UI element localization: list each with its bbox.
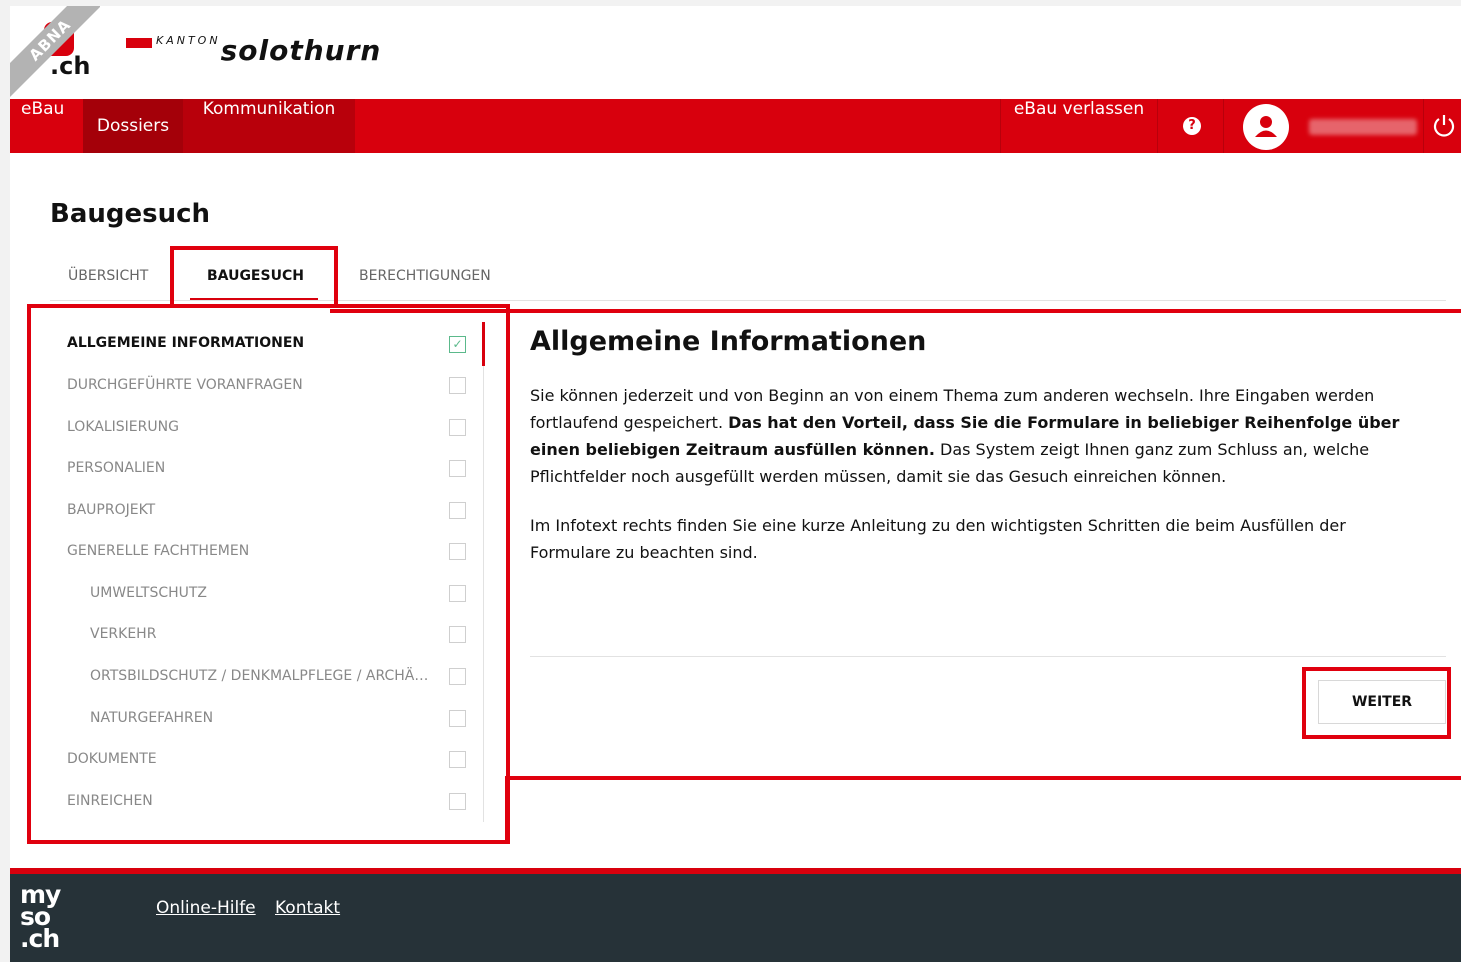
footer-logo: my so .ch <box>20 880 61 953</box>
footer-link-online-hilfe[interactable]: Online-Hilfe <box>156 898 256 918</box>
nav-kommunikation[interactable]: Kommunikation <box>183 99 355 153</box>
page-footer: my so .ch Online-Hilfe Kontakt <box>10 868 1461 962</box>
info-paragraph: Im Infotext rechts finden Sie eine kurze… <box>530 516 1346 562</box>
help-button[interactable]: ? <box>1157 99 1223 153</box>
nav-dossiers[interactable]: Dossiers <box>83 99 183 153</box>
footer-link-kontakt[interactable]: Kontakt <box>275 898 340 918</box>
user-icon <box>1255 116 1277 137</box>
page-title: Baugesuch <box>50 199 211 229</box>
section-title: Allgemeine Informationen <box>530 326 927 357</box>
app-frame: .ch ABNA KANTON solothurn eBau Dossiers … <box>10 6 1461 962</box>
top-navigation: eBau Dossiers Kommunikation eBau verlass… <box>10 99 1461 153</box>
intro-paragraph: Sie können jederzeit und von Beginn an v… <box>530 382 1410 490</box>
content-divider <box>530 656 1446 657</box>
avatar <box>1243 104 1289 150</box>
username-blurred <box>1309 119 1417 135</box>
kanton-name: solothurn <box>220 34 382 67</box>
kanton-small-label: KANTON <box>156 34 221 47</box>
logout-button[interactable] <box>1423 99 1461 153</box>
user-menu[interactable] <box>1223 99 1423 153</box>
power-icon <box>1433 115 1455 137</box>
kanton-flag-icon <box>126 38 152 48</box>
highlight-tab-frame <box>170 246 338 306</box>
highlight-bottom-line <box>505 776 1461 780</box>
kanton-solothurn-logo: KANTON solothurn <box>126 28 381 67</box>
tab-uebersicht[interactable]: ÜBERSICHT <box>68 268 148 284</box>
highlight-next-button <box>1302 667 1451 739</box>
nav-leave-ebau[interactable]: eBau verlassen <box>1000 99 1157 153</box>
highlight-top-line <box>330 309 1461 313</box>
nav-ebau[interactable]: eBau <box>21 99 64 153</box>
mysoch-logo[interactable]: .ch ABNA <box>10 6 100 98</box>
tab-berechtigungen[interactable]: BERECHTIGUNGEN <box>359 268 491 284</box>
highlight-connector <box>505 776 509 844</box>
highlight-sidebar-frame <box>27 304 510 844</box>
help-icon: ? <box>1183 117 1201 135</box>
logo-suffix: .ch <box>50 52 91 80</box>
